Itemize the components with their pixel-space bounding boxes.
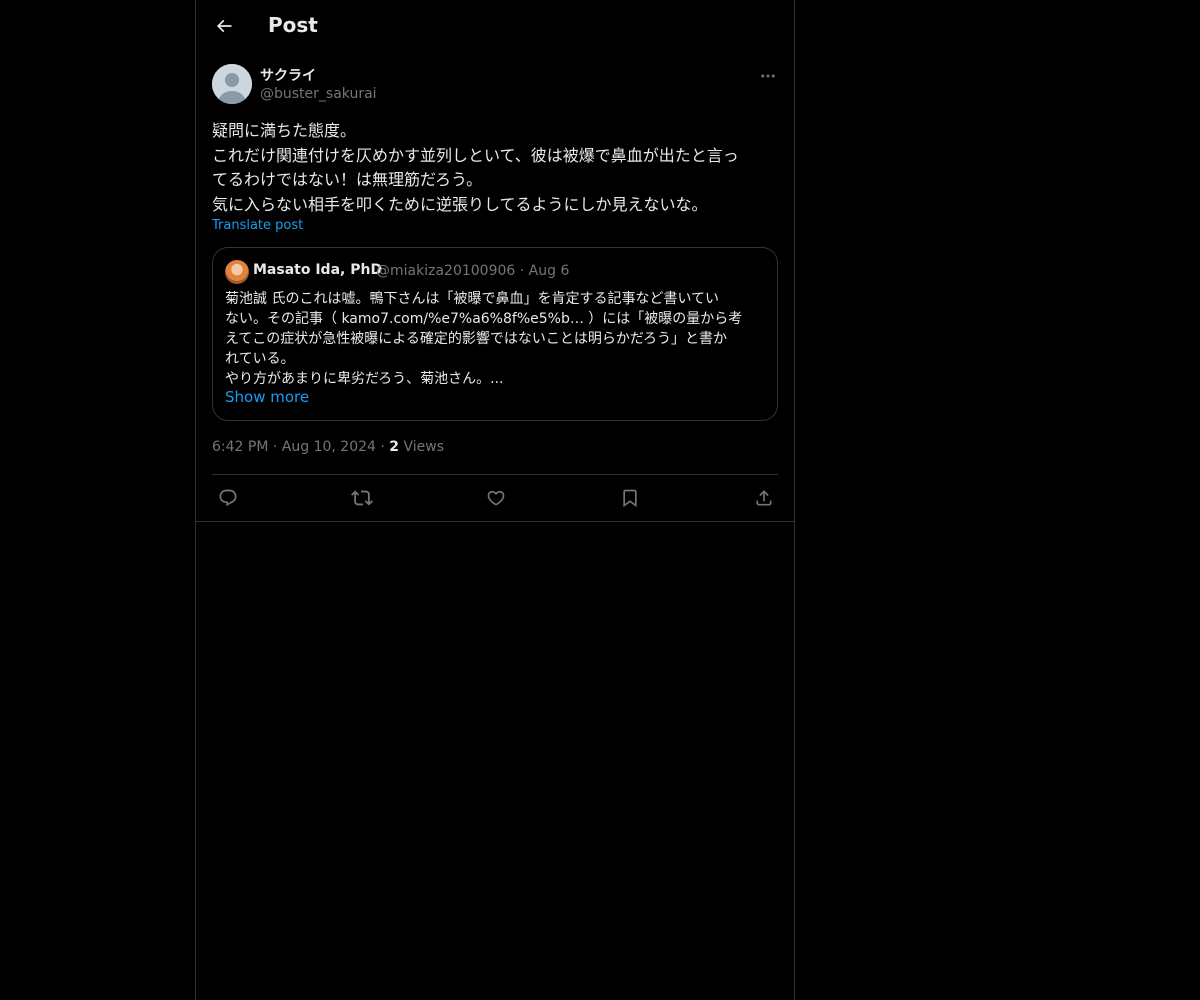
quoted-author-name[interactable]: Masato Ida, PhD <box>253 262 382 278</box>
arrow-left-icon <box>214 16 234 36</box>
post-text: 疑問に満ちた態度。 これだけ関連付けを仄めかす並列しといて、彼は被爆で鼻血が出た… <box>212 119 782 217</box>
reply-button[interactable] <box>216 486 240 510</box>
back-button[interactable] <box>208 10 240 42</box>
quoted-meta: @miakiza20100906 · Aug 6 <box>376 263 569 279</box>
repost-icon <box>351 487 373 509</box>
quoted-text-line: 菊池誠 氏のこれは嘘。鴨下さんは「被曝で鼻血」を肯定する記事など書いてい <box>225 291 720 307</box>
post-text-line: てるわけではない！は無理筋だろう。 <box>212 170 483 189</box>
post-detail-column: Post サクライ @buster_sakurai 疑問に満ちた態度。 これだけ… <box>195 0 795 1000</box>
share-icon <box>754 488 774 508</box>
meta-separator: · <box>519 263 525 279</box>
post-text-line: これだけ関連付けを仄めかす並列しといて、彼は被爆で鼻血が出たと言っ <box>212 145 739 165</box>
author-name[interactable]: サクライ <box>260 65 316 85</box>
post-text-line: 気に入らない相手を叩くために逆張りしてるようにしか見えないな。 <box>212 194 708 214</box>
meta-separator: · <box>380 439 385 455</box>
page-header: Post <box>196 0 794 53</box>
more-horizontal-icon <box>759 67 777 85</box>
quoted-text-line: やり方があまりに卑劣だろう、菊池さん。... <box>225 371 504 387</box>
views-label: Views <box>403 439 445 455</box>
quoted-text-line: れている。 <box>225 351 295 367</box>
divider <box>196 521 794 522</box>
repost-button[interactable] <box>350 486 374 510</box>
share-button[interactable] <box>752 486 776 510</box>
quoted-post[interactable]: Masato Ida, PhD @miakiza20100906 · Aug 6… <box>212 247 778 421</box>
meta-separator: · <box>272 439 278 455</box>
show-more-link[interactable]: Show more <box>225 388 309 406</box>
quoted-text: 菊池誠 氏のこれは嘘。鴨下さんは「被曝で鼻血」を肯定する記事など書いてい ない。… <box>225 289 767 389</box>
page-title: Post <box>268 13 318 37</box>
post-date[interactable]: Aug 10, 2024 <box>282 439 376 455</box>
post-time[interactable]: 6:42 PM <box>212 439 268 455</box>
post-meta: 6:42 PM · Aug 10, 2024 · 2 Views <box>212 439 444 455</box>
bookmark-button[interactable] <box>618 486 642 510</box>
quoted-text-line: ない。その記事（ kamo7.com/%e7%a6%8f%e5%b… ）には「被… <box>225 311 743 327</box>
author-handle[interactable]: @buster_sakurai <box>260 86 377 102</box>
post-text-line: 疑問に満ちた態度。 <box>212 121 357 140</box>
avatar[interactable] <box>212 64 252 104</box>
reply-icon <box>218 488 238 508</box>
action-bar <box>196 475 794 522</box>
bookmark-icon <box>620 488 640 508</box>
quoted-author-handle[interactable]: @miakiza20100906 <box>376 263 515 279</box>
heart-icon <box>486 488 506 508</box>
like-button[interactable] <box>484 486 508 510</box>
translate-post-link[interactable]: Translate post <box>212 218 303 233</box>
views-count: 2 <box>389 439 400 455</box>
quoted-date[interactable]: Aug 6 <box>529 263 570 279</box>
more-button[interactable] <box>756 64 780 88</box>
quoted-text-line: えてこの症状が急性被曝による確定的影響ではないことは明らかだろう」と書か <box>225 331 728 347</box>
quoted-avatar[interactable] <box>225 260 249 284</box>
